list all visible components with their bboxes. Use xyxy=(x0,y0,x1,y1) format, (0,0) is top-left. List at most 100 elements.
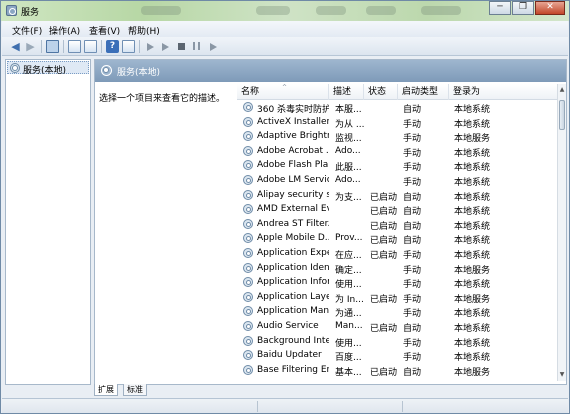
service-row[interactable]: Adobe LM Service Ado... 手动 本地系统 xyxy=(237,173,557,188)
service-row[interactable]: Application Iden... 确定... 手动 本地服务 xyxy=(237,261,557,276)
menu-file[interactable]: 文件(F) xyxy=(12,24,42,37)
minimize-button[interactable]: ─ xyxy=(489,1,511,15)
status-separator xyxy=(257,401,258,412)
service-description: Man... xyxy=(335,320,363,331)
service-startup-type: 手动 xyxy=(403,119,422,130)
service-startup-type: 手动 xyxy=(403,338,422,349)
service-gear-icon xyxy=(243,233,253,244)
tab-extended[interactable]: 扩展 xyxy=(94,384,118,396)
service-description: 为通... xyxy=(335,309,362,320)
service-status: 已启动 xyxy=(370,236,398,247)
service-name: Application Man... xyxy=(257,306,329,317)
service-row[interactable]: Background Inte... 使用... 手动 本地系统 xyxy=(237,334,557,349)
service-startup-type: 自动 xyxy=(403,207,422,218)
column-startup-type[interactable]: 启动类型 xyxy=(398,84,449,100)
service-description: 为 In... xyxy=(335,294,364,305)
restart-service-icon[interactable] xyxy=(210,43,217,51)
service-gear-icon xyxy=(243,218,253,229)
tab-standard[interactable]: 标准 xyxy=(123,384,147,396)
service-description: 在应... xyxy=(335,250,362,261)
service-name: Background Inte... xyxy=(257,335,329,346)
service-log-on-as: 本地系统 xyxy=(454,105,491,115)
service-description: 使用... xyxy=(335,280,362,291)
service-log-on-as: 本地系统 xyxy=(454,207,491,218)
service-name: Adobe LM Service xyxy=(257,174,329,185)
service-log-on-as: 本地系统 xyxy=(454,250,491,261)
service-row[interactable]: Audio Service Man... 已启动 自动 本地系统 xyxy=(237,319,557,334)
refresh-icon[interactable] xyxy=(68,40,81,53)
service-description: 为支... xyxy=(335,192,362,203)
scroll-down-icon[interactable]: ▼ xyxy=(558,371,566,379)
start-service-icon[interactable] xyxy=(147,43,154,51)
service-row[interactable]: 360 杀毒实时防护... 本服... 自动 本地系统 xyxy=(237,100,557,115)
service-row[interactable]: Adobe Acrobat ... Ado... 手动 本地系统 xyxy=(237,144,557,159)
service-description: 确定... xyxy=(335,265,362,276)
service-log-on-as: 本地系统 xyxy=(454,148,491,159)
menu-action[interactable]: 操作(A) xyxy=(49,24,80,37)
service-log-on-as: 本地系统 xyxy=(454,353,491,364)
service-startup-type: 自动 xyxy=(403,105,422,115)
export-list-icon[interactable] xyxy=(84,40,97,53)
blurred-background-text xyxy=(141,6,181,15)
column-log-on-as[interactable]: 登录为 xyxy=(449,84,557,100)
service-log-on-as: 本地系统 xyxy=(454,192,491,203)
service-gear-icon xyxy=(243,306,253,317)
properties-icon[interactable] xyxy=(122,40,135,53)
toolbar: ◀ ▶ ? xyxy=(2,37,568,56)
service-startup-type: 手动 xyxy=(403,163,422,174)
status-bar xyxy=(2,398,568,413)
service-row[interactable]: Application Expe... 在应... 已启动手动 本地系统 xyxy=(237,246,557,261)
tree-item-label: 服务(本地) xyxy=(23,66,67,76)
scrollbar-thumb[interactable] xyxy=(559,100,565,130)
close-button[interactable]: ✕ xyxy=(535,1,565,15)
service-startup-type: 自动 xyxy=(403,323,422,334)
show-hide-console-tree-icon[interactable] xyxy=(46,40,59,53)
vertical-scrollbar[interactable]: ▲ ▼ xyxy=(557,84,566,381)
service-row[interactable]: Application Laye... 为 In... 已启动手动 本地服务 xyxy=(237,290,557,305)
service-row[interactable]: Application Man... 为通... 手动 本地系统 xyxy=(237,304,557,319)
service-row[interactable]: Adaptive Brightn... 监视... 手动 本地服务 xyxy=(237,129,557,144)
column-status[interactable]: 状态 xyxy=(364,84,398,100)
service-name: 360 杀毒实时防护... xyxy=(257,105,329,115)
stop-service-icon[interactable] xyxy=(178,43,185,50)
service-startup-type: 手动 xyxy=(403,294,422,305)
column-description[interactable]: 描述 xyxy=(329,84,364,100)
service-log-on-as: 本地服务 xyxy=(454,367,491,378)
pause-service-icon[interactable] xyxy=(193,42,200,50)
blurred-background-text xyxy=(316,6,346,15)
service-name: Adaptive Brightn... xyxy=(257,131,329,142)
service-row[interactable]: Application Infor... 使用... 手动 本地系统 xyxy=(237,275,557,290)
service-startup-type: 自动 xyxy=(403,192,422,203)
service-row[interactable]: AMD External Ev... 已启动自动 本地系统 xyxy=(237,202,557,217)
service-row[interactable]: Alipay security s... 为支... 已启动自动 本地系统 xyxy=(237,188,557,203)
service-gear-icon xyxy=(243,277,253,288)
back-icon[interactable]: ◀ xyxy=(9,40,22,53)
service-row[interactable]: Apple Mobile D... Prov... 已启动 自动 本地系统 xyxy=(237,231,557,246)
tree-item-services-local[interactable]: 服务(本地) xyxy=(7,61,89,76)
service-row[interactable]: Base Filtering En... 基本... 已启动自动 本地服务 xyxy=(237,363,557,378)
service-row[interactable]: Baidu Updater 百度... 手动 本地系统 xyxy=(237,348,557,363)
service-gear-icon xyxy=(243,131,253,142)
menu-help[interactable]: 帮助(H) xyxy=(128,24,160,37)
scroll-up-icon[interactable]: ▲ xyxy=(558,86,566,94)
service-row[interactable]: ActiveX Installer ... 为从 ... 手动 本地系统 xyxy=(237,115,557,130)
toolbar-separator xyxy=(41,40,42,53)
service-gear-icon xyxy=(243,247,253,258)
start-service-alt-icon[interactable] xyxy=(162,43,169,51)
help-icon[interactable]: ? xyxy=(106,40,119,53)
restore-button[interactable]: ❐ xyxy=(512,1,534,15)
service-status: 已启动 xyxy=(370,192,398,203)
services-pane: 服务(本地) 选择一个项目来查看它的描述。 名称 ^ 描述 状态 启动类型 登录… xyxy=(94,59,567,385)
service-row[interactable]: Andrea ST Filter... 已启动 自动 本地系统 xyxy=(237,217,557,232)
service-startup-type: 自动 xyxy=(403,236,422,247)
service-description: 本服... xyxy=(335,105,362,115)
service-log-on-as: 本地服务 xyxy=(454,265,491,276)
service-gear-icon xyxy=(243,116,253,127)
service-log-on-as: 本地服务 xyxy=(454,134,491,145)
menu-view[interactable]: 查看(V) xyxy=(89,24,120,37)
title-bar[interactable]: 服务 ─ ❐ ✕ xyxy=(1,1,569,21)
forward-icon[interactable]: ▶ xyxy=(24,40,37,53)
service-gear-icon xyxy=(243,189,253,200)
service-row[interactable]: Adobe Flash Pla... 此服... 手动 本地系统 xyxy=(237,158,557,173)
services-window: 服务 ─ ❐ ✕ 文件(F) 操作(A) 查看(V) 帮助(H) ◀ ▶ ? 服… xyxy=(0,0,570,414)
